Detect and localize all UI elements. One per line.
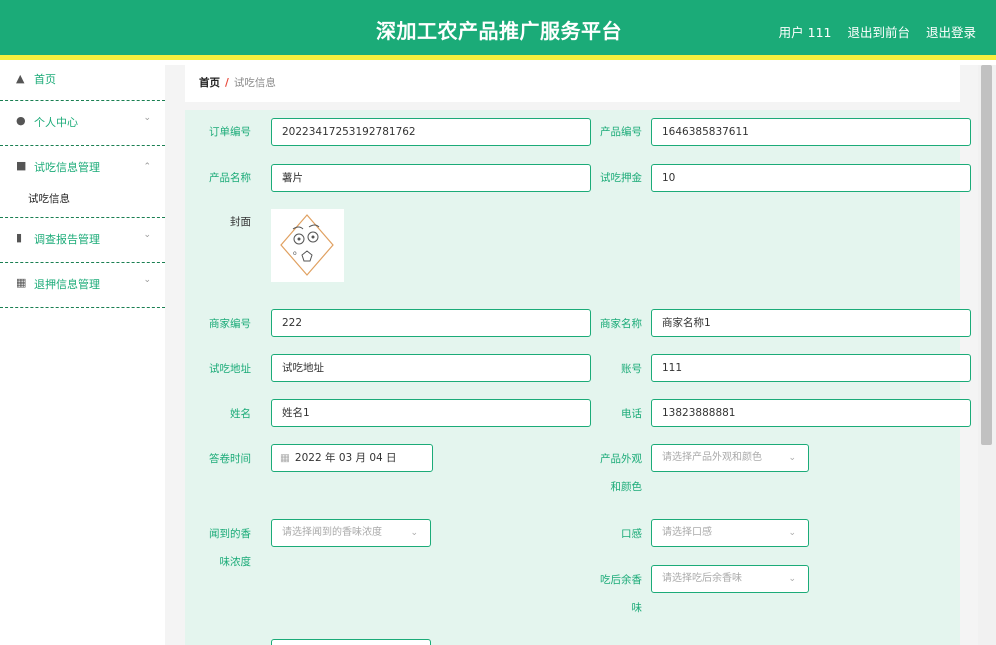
svg-text:o: o (293, 250, 297, 257)
chevron-down-icon: ⌄ (788, 574, 796, 584)
user-label: 用户 111 (778, 25, 832, 40)
name-label: 姓名 (230, 408, 251, 420)
aroma-label-line2: 味浓度 (219, 556, 252, 568)
merchant-no-field[interactable]: 222 (271, 309, 591, 337)
aftertaste-label-line1: 吃后余香 (600, 574, 642, 586)
phone-label: 电话 (621, 408, 642, 420)
sidebar-subitem-tasting-info[interactable]: 试吃信息 (0, 188, 165, 218)
sidebar-item-label: 个人中心 (34, 116, 78, 129)
sidebar-item-refund-management[interactable]: ▦ 退押信息管理 ⌄ (0, 263, 165, 308)
breadcrumb-current: 试吃信息 (233, 77, 276, 89)
name-field[interactable]: 姓名1 (271, 399, 591, 427)
top-header: 深加工农产品推广服务平台 用户 111 退出到前台 退出登录 (0, 0, 996, 60)
grid-icon: ▦ (16, 276, 27, 289)
document-icon: ▮ (16, 231, 23, 244)
sidebar-item-personal-center[interactable]: ● 个人中心 ⌄ (0, 101, 165, 146)
sidebar-item-label: 调查报告管理 (34, 233, 100, 246)
answer-time-label: 答卷时间 (209, 453, 251, 465)
main-content: 首页 / 试吃信息 订单编号 20223417253192781762 产品编号 1… (165, 65, 978, 645)
detail-form: 订单编号 20223417253192781762 产品编号 164638583… (185, 110, 971, 645)
sidebar-item-tasting-management[interactable]: ■ 试吃信息管理 ⌃ (0, 146, 165, 188)
address-label: 试吃地址 (209, 363, 251, 375)
aftertaste-label-line2: 味 (631, 602, 643, 614)
taste-label: 口感 (621, 528, 642, 540)
product-name-label: 产品名称 (209, 172, 251, 184)
appearance-label-line2: 和颜色 (610, 481, 643, 493)
page-scrollbar[interactable] (978, 65, 996, 645)
merchant-no-label: 商家编号 (209, 318, 251, 330)
deposit-field[interactable]: 10 (651, 164, 971, 192)
product-no-field[interactable]: 1646385837611 (651, 118, 971, 146)
phone-field[interactable]: 13823888881 (651, 399, 971, 427)
aroma-placeholder: 请选择闻到的香味浓度 (282, 527, 382, 538)
chevron-up-icon: ⌃ (143, 162, 151, 172)
aroma-select[interactable]: 请选择闻到的香味浓度 ⌄ (271, 519, 431, 547)
merchant-name-field[interactable]: 商家名称1 (651, 309, 971, 337)
frontend-link[interactable]: 退出到前台 (847, 25, 910, 40)
deposit-label: 试吃押金 (600, 172, 642, 184)
appearance-label-line1: 产品外观 (600, 453, 642, 465)
chevron-down-icon: ⌄ (788, 528, 796, 538)
home-icon: ▲ (16, 72, 25, 85)
taste-placeholder: 请选择口感 (662, 527, 712, 538)
briefcase-icon: ■ (16, 159, 27, 172)
scrollbar-thumb[interactable] (981, 65, 992, 445)
account-field[interactable]: 111 (651, 354, 971, 382)
sidebar-item-label: 退押信息管理 (34, 278, 100, 291)
cover-image: o (271, 209, 344, 282)
address-field[interactable]: 试吃地址 (271, 354, 591, 382)
account-label: 账号 (621, 363, 642, 375)
chevron-down-icon: ⌄ (410, 528, 418, 538)
aftertaste-select[interactable]: 请选择吃后余香味 ⌄ (651, 565, 809, 593)
calendar-icon: ▦ (280, 452, 290, 464)
answer-time-value: 2022 年 03 月 04 日 (294, 452, 397, 464)
sidebar: ▲ 首页 ● 个人中心 ⌄ ■ 试吃信息管理 ⌃ 试吃信息 ▮ 调查报告管理 ⌄… (0, 65, 165, 645)
breadcrumb-home[interactable]: 首页 (199, 77, 220, 89)
chevron-down-icon: ⌄ (788, 453, 796, 463)
aftertaste-placeholder: 请选择吃后余香味 (662, 573, 742, 584)
product-name-field[interactable]: 薯片 (271, 164, 591, 192)
aroma-label-line1: 闻到的香 (209, 528, 251, 540)
merchant-name-label: 商家名称 (600, 318, 642, 330)
sidebar-item-label: 首页 (34, 73, 56, 86)
header-user-area: 用户 111 退出到前台 退出登录 (767, 0, 976, 64)
breadcrumb-separator: / (225, 77, 229, 89)
chevron-down-icon: ⌄ (143, 275, 151, 285)
chevron-down-icon: ⌄ (143, 230, 151, 240)
answer-time-picker[interactable]: ▦ 2022 年 03 月 04 日 (271, 444, 433, 472)
taste-select[interactable]: 请选择口感 ⌄ (651, 519, 809, 547)
sidebar-item-survey-management[interactable]: ▮ 调查报告管理 ⌄ (0, 218, 165, 263)
product-no-label: 产品编号 (600, 126, 642, 138)
breadcrumb: 首页 / 试吃信息 (185, 65, 960, 102)
appearance-placeholder: 请选择产品外观和颜色 (662, 452, 762, 463)
user-icon: ● (16, 114, 26, 127)
chevron-down-icon: ⌄ (143, 113, 151, 123)
sidebar-item-home[interactable]: ▲ 首页 (0, 65, 165, 101)
cover-label: 封面 (230, 216, 251, 228)
logout-link[interactable]: 退出登录 (926, 25, 976, 40)
order-no-label: 订单编号 (209, 126, 251, 138)
next-field-partial[interactable] (271, 639, 431, 645)
sidebar-item-label: 试吃信息管理 (34, 161, 100, 174)
order-no-field[interactable]: 20223417253192781762 (271, 118, 591, 146)
appearance-select[interactable]: 请选择产品外观和颜色 ⌄ (651, 444, 809, 472)
